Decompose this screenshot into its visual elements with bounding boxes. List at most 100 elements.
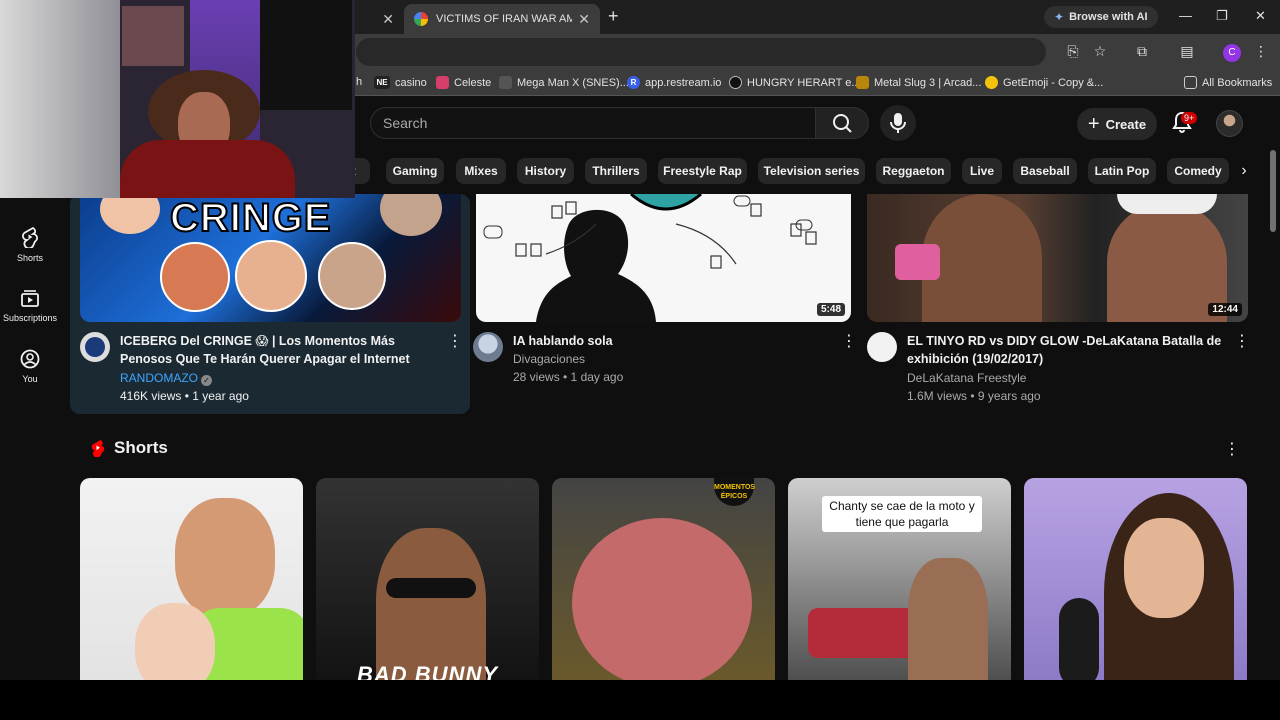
channel-avatar[interactable]	[473, 332, 503, 362]
shorts-icon	[22, 226, 38, 248]
bookmark-item[interactable]: Mega Man X (SNES)...	[499, 76, 629, 89]
bookmark-label: casino	[395, 76, 427, 89]
bookmark-item[interactable]: R app.restream.io	[627, 76, 721, 89]
bookmark-star-icon[interactable]: ☆	[1091, 43, 1109, 60]
video-title[interactable]: IA hablando sola	[513, 332, 833, 350]
new-tab-button[interactable]: +	[608, 6, 619, 27]
shorts-shelf-title: Shorts	[114, 438, 168, 457]
chip-filter[interactable]: Live	[962, 158, 1002, 184]
metal-slug-icon	[856, 76, 869, 89]
video-menu-kebab-icon[interactable]: ⋮	[447, 334, 463, 352]
search-icon	[833, 114, 852, 133]
chip-filter[interactable]: Mixes	[456, 158, 506, 184]
video-title-line: IA hablando sola	[513, 334, 613, 348]
browse-with-ai-label: Browse with AI	[1069, 11, 1148, 23]
short-thumbnail[interactable]: BAD BUNNY	[316, 478, 539, 680]
thumbnail-phone	[895, 244, 940, 280]
chip-filter[interactable]: Baseball	[1013, 158, 1077, 184]
video-thumbnail[interactable]: 12:44	[867, 194, 1248, 322]
chip-filter[interactable]: Thrillers	[585, 158, 647, 184]
chip-filter[interactable]: Gaming	[386, 158, 444, 184]
channel-avatar[interactable]	[80, 332, 110, 362]
chip-filter[interactable]: Latin Pop	[1088, 158, 1156, 184]
sidebar-item-shorts[interactable]: Shorts	[0, 226, 60, 263]
scrollbar-thumb[interactable]	[1270, 150, 1276, 232]
browser-tab-active[interactable]: VICTIMS OF IRAN WAR AMERIC ✕	[404, 4, 600, 34]
close-tab-icon[interactable]: ✕	[382, 11, 394, 28]
bookmark-label: h	[356, 76, 363, 88]
search-input[interactable]: Search	[370, 107, 816, 139]
bookmark-label: app.restream.io	[645, 76, 722, 89]
video-thumbnail[interactable]: CRINGE	[80, 194, 461, 322]
install-app-icon[interactable]: ⎘	[1064, 43, 1082, 60]
chevron-right-icon[interactable]: ›	[1234, 158, 1254, 184]
video-title-line: EL TINYO RD vs DIDY GLOW -DeLaKatana Bat…	[907, 334, 1222, 348]
short-thumbnail[interactable]	[80, 478, 303, 680]
subscriptions-icon	[21, 290, 39, 307]
short-person	[908, 558, 988, 680]
thumbnail-face	[235, 240, 307, 312]
sidebar-item-you[interactable]: You	[0, 349, 60, 384]
video-title[interactable]: ICEBERG Del CRINGE 😱 | Los Momentos Más …	[120, 332, 440, 368]
video-thumbnail[interactable]: 5:48	[476, 194, 851, 322]
sidebar-item-label: Subscriptions	[2, 313, 58, 323]
chip-filter[interactable]: Television series	[758, 158, 865, 184]
thumbnail-face	[100, 194, 160, 234]
shorts-menu-kebab-icon[interactable]: ⋮	[1224, 439, 1240, 459]
chip-filter[interactable]: Reggaeton	[876, 158, 951, 184]
create-button[interactable]: + Create	[1077, 108, 1157, 140]
bookmark-item[interactable]: NE casino	[374, 76, 427, 89]
webcam-wall-art	[122, 6, 184, 66]
video-duration: 12:44	[1208, 303, 1242, 316]
url-bar[interactable]	[356, 38, 1046, 66]
short-thumbnail[interactable]: MOMENTOS ÉPICOS	[552, 478, 775, 680]
minimize-icon[interactable]: —	[1179, 8, 1192, 23]
account-avatar[interactable]	[1216, 110, 1243, 137]
close-tab-icon[interactable]: ✕	[578, 11, 590, 28]
chip-filter[interactable]: Freestyle Rap	[658, 158, 747, 184]
side-panel-icon[interactable]: ▤	[1178, 43, 1196, 60]
short-thumbnail[interactable]	[1024, 478, 1247, 680]
browse-with-ai-button[interactable]: ✦ Browse with AI	[1044, 6, 1158, 28]
celeste-icon	[436, 76, 449, 89]
chip-filter[interactable]: Comedy	[1167, 158, 1229, 184]
video-title-line: exhibición (19/02/2017)	[907, 352, 1044, 366]
shorts-logo-icon	[91, 440, 105, 457]
video-menu-kebab-icon[interactable]: ⋮	[841, 334, 857, 352]
extensions-icon[interactable]: ⧉	[1133, 43, 1151, 60]
short-person	[175, 498, 275, 618]
short-overlay-text: BAD BUNNY	[357, 662, 498, 680]
channel-badge: MOMENTOS ÉPICOS	[714, 478, 755, 506]
sidebar-item-subscriptions[interactable]: Subscriptions	[0, 288, 60, 323]
thumbnail-face	[318, 242, 386, 310]
maximize-icon[interactable]: ❐	[1216, 8, 1228, 24]
restream-icon: R	[627, 76, 640, 89]
short-baby	[135, 603, 215, 680]
channel-name[interactable]: DeLaKatana Freestyle	[907, 371, 1026, 385]
video-title[interactable]: EL TINYO RD vs DIDY GLOW -DeLaKatana Bat…	[907, 332, 1227, 368]
chip-filter[interactable]: History	[517, 158, 574, 184]
bookmark-item[interactable]: Celeste	[436, 76, 491, 89]
channel-name[interactable]: Divagaciones	[513, 352, 585, 366]
menu-kebab-icon[interactable]: ⋮	[1252, 43, 1270, 60]
video-menu-kebab-icon[interactable]: ⋮	[1234, 334, 1250, 352]
tab-title: VICTIMS OF IRAN WAR AMERIC	[436, 13, 573, 25]
verified-check-icon: ✓	[201, 375, 212, 386]
webcam-overlay	[0, 0, 355, 198]
short-thumbnail[interactable]: Chanty se cae de la moto y tiene que pag…	[788, 478, 1011, 680]
bookmark-label: Celeste	[454, 76, 492, 89]
voice-search-button[interactable]	[880, 105, 916, 141]
bookmark-item[interactable]: Metal Slug 3 | Arcad...	[856, 76, 981, 89]
emoji-icon	[985, 76, 998, 89]
channel-name[interactable]: RANDOMAZO ✓	[120, 371, 212, 386]
bookmark-item[interactable]: HUNGRY HERART e...	[729, 76, 861, 89]
bookmark-item[interactable]: h	[356, 76, 362, 88]
profile-avatar[interactable]: C	[1223, 44, 1241, 62]
thumbnail-person	[922, 194, 1042, 322]
search-button[interactable]	[815, 107, 869, 139]
bookmark-item[interactable]: GetEmoji - Copy &...	[985, 76, 1103, 89]
channel-avatar[interactable]	[867, 332, 897, 362]
close-window-icon[interactable]: ✕	[1255, 8, 1266, 24]
google-favicon-icon	[414, 12, 428, 26]
all-bookmarks-folder[interactable]: All Bookmarks	[1184, 76, 1272, 89]
